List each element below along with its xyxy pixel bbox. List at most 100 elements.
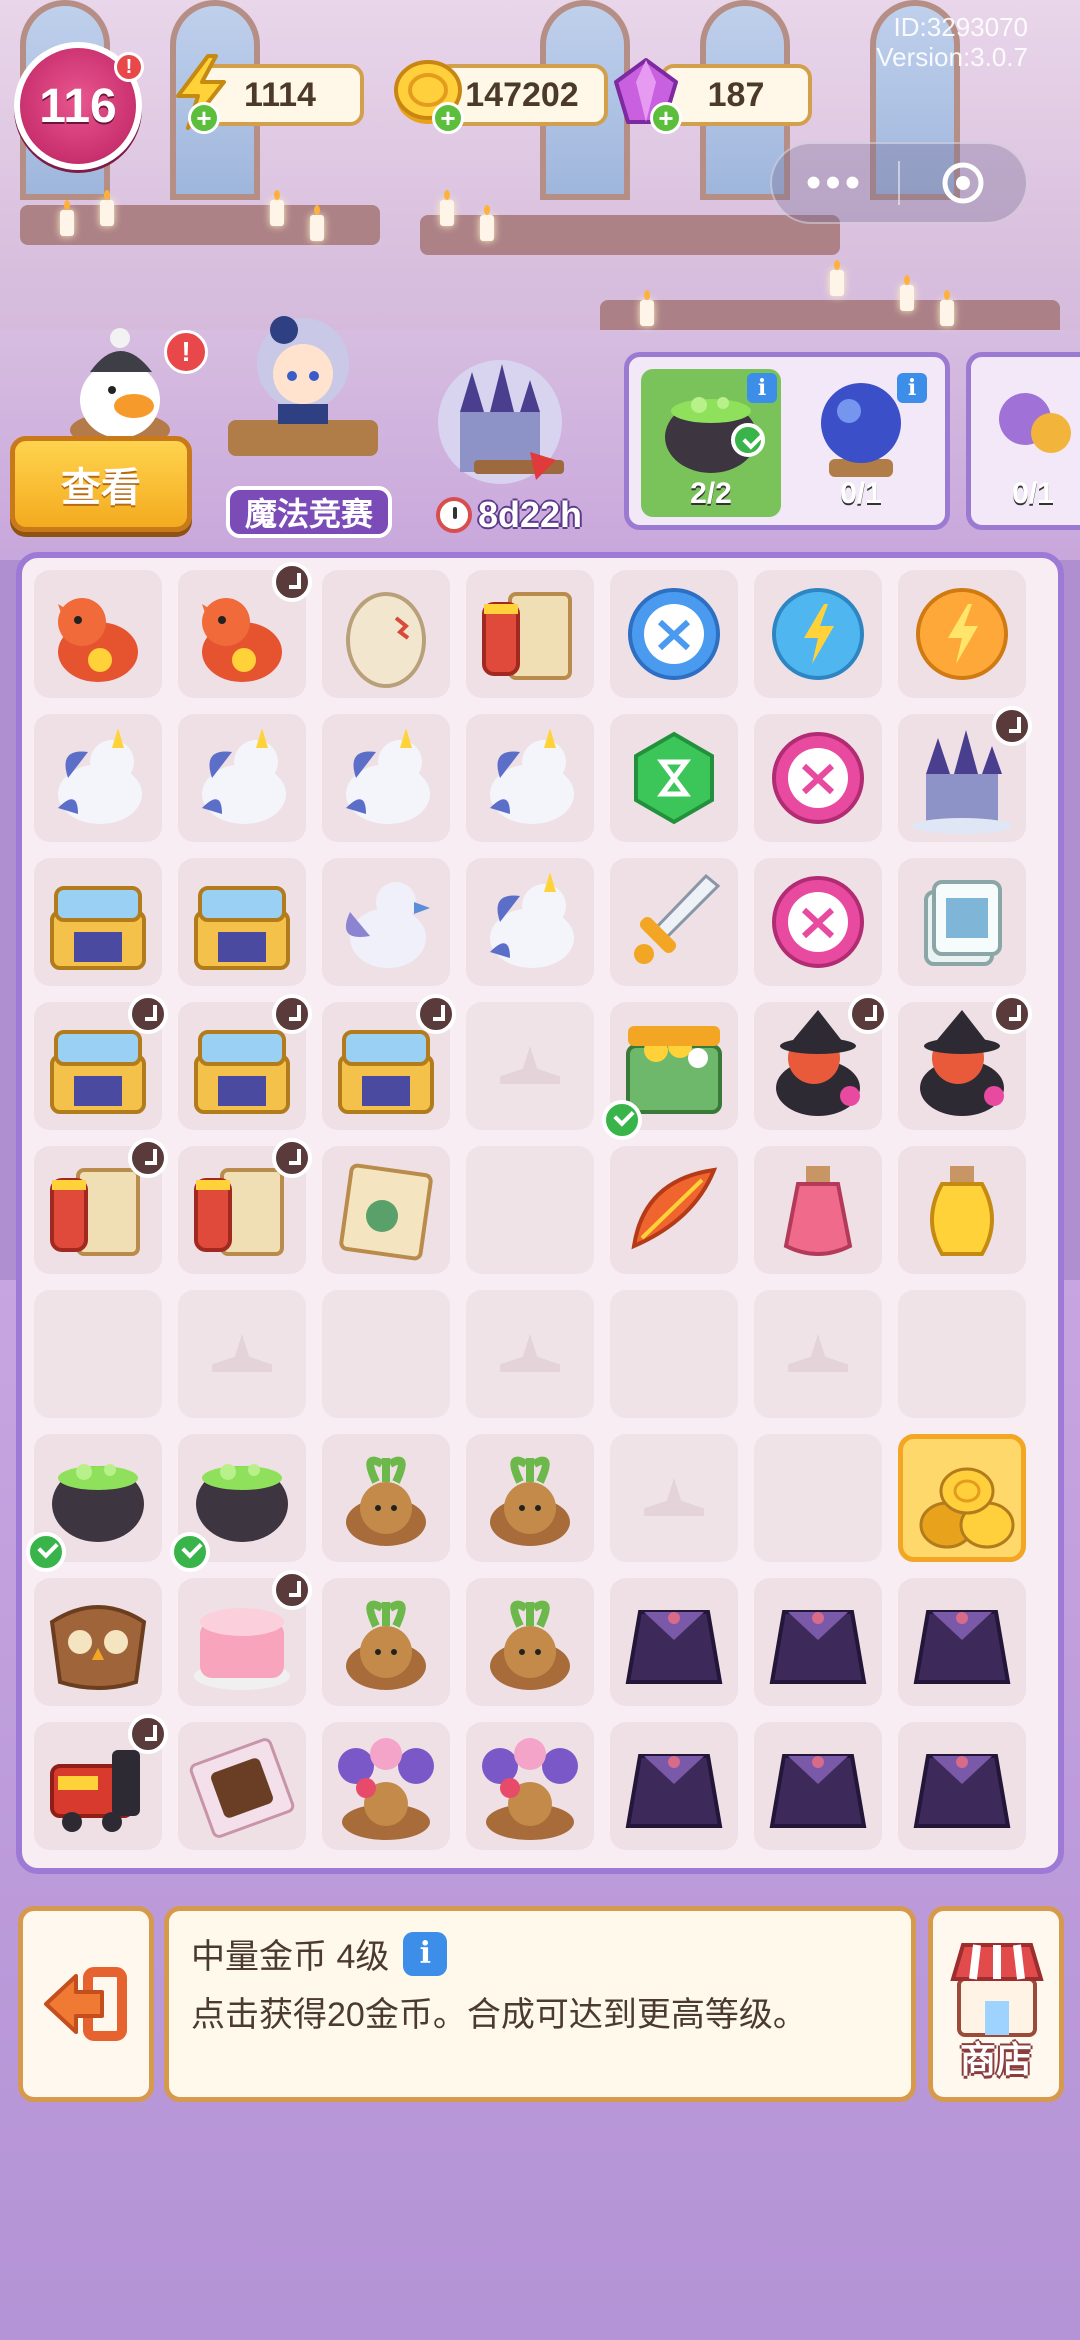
- shop-button[interactable]: 商店: [928, 1906, 1064, 2102]
- board-cell-empty[interactable]: [34, 1290, 162, 1418]
- chocolate-icon: [189, 1738, 295, 1838]
- coins-icon: [919, 1467, 1015, 1549]
- item-info-title: 中量金币 4级 i: [191, 1929, 889, 1978]
- timer-icon: [272, 1570, 312, 1610]
- order-cauldron[interactable]: 2/2 i: [641, 369, 781, 517]
- magic-contest-label[interactable]: 魔法竞赛: [226, 486, 392, 538]
- board-cell-unicorn[interactable]: [178, 714, 306, 842]
- board-cell-ticket[interactable]: [898, 858, 1026, 986]
- board-cell-mandrake-flower[interactable]: [322, 1722, 450, 1850]
- board-cell-scroll[interactable]: [466, 570, 594, 698]
- board-cell-empty[interactable]: [178, 1290, 306, 1418]
- board-cell-chocolate[interactable]: [178, 1722, 306, 1850]
- board-cell-cauldron[interactable]: [170, 1434, 306, 1572]
- board-cell-griffin[interactable]: [322, 858, 450, 986]
- orders-panel: 2/2 i 0/1 i: [624, 352, 950, 530]
- candle: [640, 290, 654, 326]
- candle: [480, 205, 494, 241]
- view-button-label: 查看: [61, 466, 141, 510]
- board-cell-potion-pink[interactable]: [754, 1146, 882, 1274]
- view-button[interactable]: 查看: [10, 436, 192, 532]
- board-cell-mandrake[interactable]: [322, 1434, 450, 1562]
- board-cell-potion-yellow[interactable]: [898, 1146, 1026, 1274]
- board-cell-witch-cauldron[interactable]: [754, 994, 888, 1130]
- board-cell-robe[interactable]: [754, 1722, 882, 1850]
- board-cell-unicorn[interactable]: [34, 714, 162, 842]
- board-cell-empty[interactable]: [754, 1434, 882, 1562]
- timer-icon: [992, 994, 1032, 1034]
- board-cell-dragon[interactable]: [178, 562, 312, 698]
- board-cell-scroll[interactable]: [34, 1138, 168, 1274]
- board-cell-sword[interactable]: [610, 858, 738, 986]
- board-cell-mandrake[interactable]: [466, 1434, 594, 1562]
- board-cell-cauldron[interactable]: [26, 1434, 162, 1572]
- board-cell-chest[interactable]: [322, 994, 456, 1130]
- board-cell-empty[interactable]: [322, 1290, 450, 1418]
- board-cell-scissors-bubble-pink[interactable]: [754, 858, 882, 986]
- board-cell-empty[interactable]: [610, 1434, 738, 1562]
- board-cell-dragon[interactable]: [34, 570, 162, 698]
- board-cell-empty[interactable]: [610, 1290, 738, 1418]
- check-icon: [26, 1532, 66, 1572]
- mage-girl-icon[interactable]: [218, 300, 388, 460]
- board-cell-scissors-bubble-pink[interactable]: [754, 714, 882, 842]
- board-cell-robe[interactable]: [898, 1722, 1026, 1850]
- board-cell-empty[interactable]: [898, 1290, 1026, 1418]
- board-cell-empty[interactable]: [466, 1146, 594, 1274]
- board-cell-empty[interactable]: [466, 1290, 594, 1418]
- board-cell-energy-bubble-orange[interactable]: [898, 570, 1026, 698]
- board-cell-mandrake-flower[interactable]: [466, 1722, 594, 1850]
- order-crystal-ball[interactable]: 0/1 i: [791, 369, 931, 517]
- board-cell-empty[interactable]: [466, 1002, 594, 1130]
- add-gems-icon[interactable]: +: [650, 102, 682, 134]
- shop-icon: [950, 1943, 1044, 2037]
- board-cell-robe[interactable]: [754, 1578, 882, 1706]
- board-cell-robe[interactable]: [898, 1578, 1026, 1706]
- order-flower[interactable]: 0/1: [979, 369, 1080, 517]
- add-coins-icon[interactable]: +: [432, 102, 464, 134]
- board-cell-train[interactable]: [34, 1714, 168, 1850]
- board-cell-hourglass-gem[interactable]: [610, 714, 738, 842]
- close-target-icon[interactable]: [900, 160, 1026, 206]
- board-cell-chest[interactable]: [34, 994, 168, 1130]
- add-energy-icon[interactable]: +: [188, 102, 220, 134]
- dragon-icon: [58, 598, 138, 682]
- more-icon[interactable]: •••: [772, 161, 898, 205]
- board-cell-mandrake[interactable]: [322, 1578, 450, 1706]
- board-cell-robe[interactable]: [610, 1578, 738, 1706]
- board-cell-unicorn[interactable]: [322, 714, 450, 842]
- board-cell-scissors-bubble[interactable]: [610, 570, 738, 698]
- board-cell-chest[interactable]: [178, 994, 312, 1130]
- info-icon[interactable]: i: [747, 373, 777, 403]
- board-cell-mandrake[interactable]: [466, 1578, 594, 1706]
- board-cell-phoenix-feather[interactable]: [610, 1146, 738, 1274]
- level-value: 116: [39, 79, 117, 133]
- robe-icon: [913, 1610, 1011, 1684]
- board-cell-birthday-cake[interactable]: [178, 1570, 312, 1706]
- order-count: 2/2: [690, 477, 732, 510]
- board-cell-scroll[interactable]: [178, 1138, 312, 1274]
- board-cell-castle[interactable]: [898, 706, 1032, 842]
- timer-icon: [272, 994, 312, 1034]
- info-icon[interactable]: i: [897, 373, 927, 403]
- board-cell-owl-bag[interactable]: [34, 1578, 162, 1706]
- player-id: ID:3293070: [893, 12, 1028, 42]
- board-cell-unicorn[interactable]: [466, 858, 594, 986]
- castle-event-icon[interactable]: [420, 352, 580, 492]
- board-cell-empty[interactable]: [754, 1290, 882, 1418]
- chest-icon: [50, 886, 146, 970]
- order-count: 0/1: [840, 477, 882, 510]
- board-cell-treasure-chest[interactable]: [602, 1002, 738, 1140]
- item-description: 点击获得20金币。合成可达到更高等级。: [191, 1996, 807, 2034]
- board-cell-chest[interactable]: [34, 858, 162, 986]
- exit-button[interactable]: [18, 1906, 154, 2102]
- board-cell-coins[interactable]: [898, 1434, 1026, 1562]
- board-cell-map-scroll[interactable]: [322, 1146, 450, 1274]
- board-cell-chest[interactable]: [178, 858, 306, 986]
- board-cell-robe[interactable]: [610, 1722, 738, 1850]
- board-cell-unicorn[interactable]: [466, 714, 594, 842]
- board-cell-energy-bubble-blue[interactable]: [754, 570, 882, 698]
- item-info-icon[interactable]: i: [403, 1931, 448, 1976]
- board-cell-egg[interactable]: [322, 570, 450, 698]
- board-cell-witch-cauldron[interactable]: [898, 994, 1032, 1130]
